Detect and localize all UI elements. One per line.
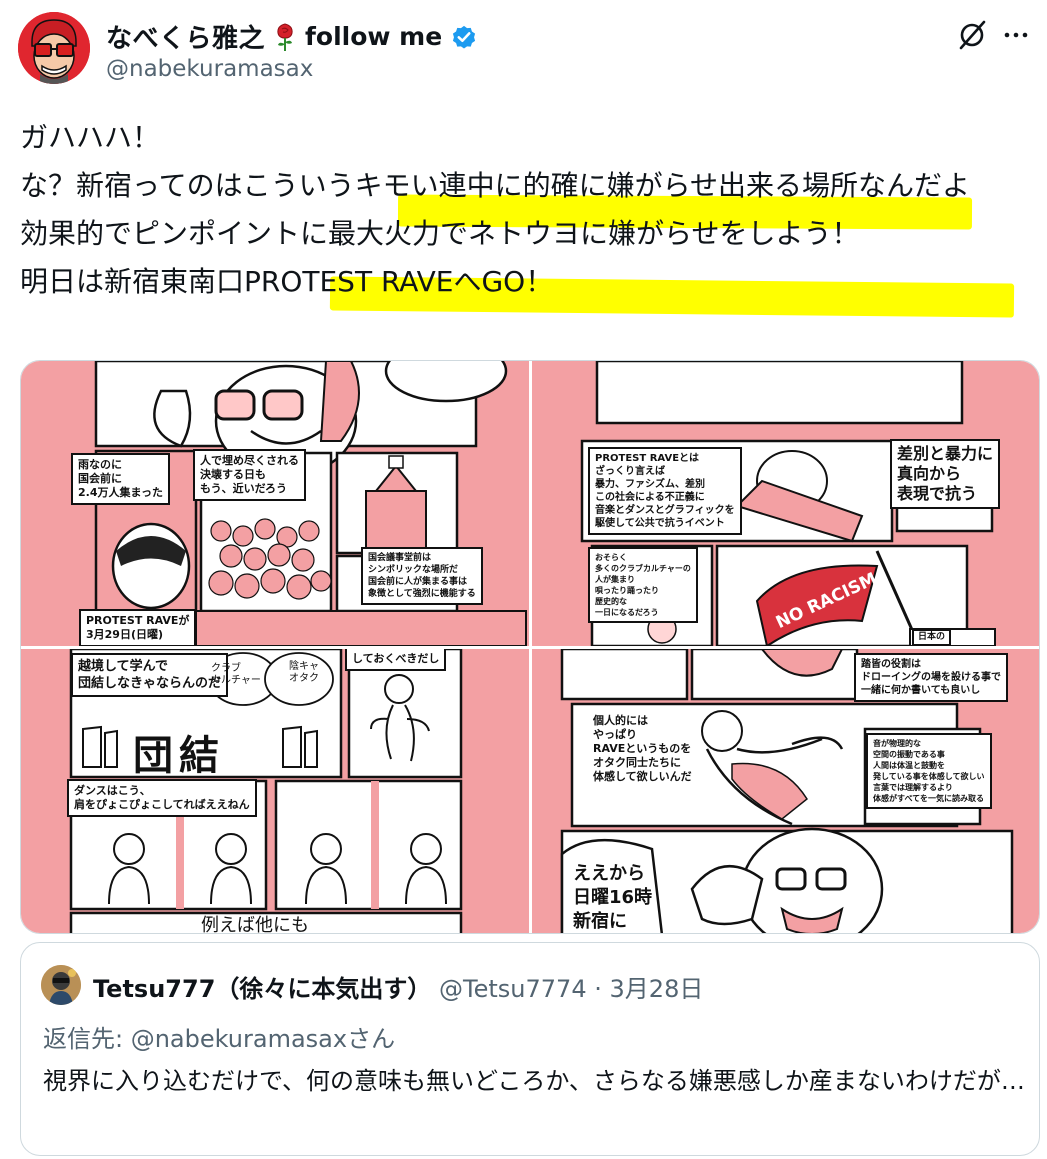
quoted-date[interactable]: 3月28日 [610, 975, 704, 1003]
avatar-illustration [18, 12, 90, 84]
author-name-row[interactable]: なべくら雅之 follow me [106, 18, 478, 55]
caption-dance-shoulders: ダンスはこう、 肩をぴょこぴょこしてればええねん [67, 779, 257, 817]
caption-unite-learn: 越境して学んで 団結しなきゃならんのだ [71, 653, 229, 697]
tweet-text: ガハハハ！ な？新宿ってのはこういうキモい連中に的確に嫌がらせ出来る場所なんだよ… [20, 114, 1030, 306]
venn-otaku: 陰キャ オタク [289, 661, 319, 684]
caption-role: 踏皆の役割は ドローイングの場を設ける事で 一緒に何か書いても良いし [854, 653, 1008, 702]
tweet-line-1: ガハハハ！ [20, 121, 161, 154]
quoted-avatar-illustration [41, 965, 81, 1005]
author-display-name[interactable]: なべくら雅之 [106, 18, 265, 55]
quoted-header: Tetsu777（徐々に本気出す） @Tetsu7774 · 3月28日 [93, 969, 703, 1004]
tweet-line-3: 効果的でピンポイントに最大火力でネトウヨに嫌がらせをしよう！ [20, 217, 860, 250]
media-image-4[interactable]: 踏皆の役割は ドローイングの場を設ける事で 一緒に何か書いても良いし 個人的には… [532, 649, 1039, 933]
caption-physical-sound: 音が物理的な 空間の振動である事 人間は体温と鼓動を 発している事を体感して欲し… [866, 733, 992, 809]
venn-club-culture: クラブ カルチャー [211, 663, 261, 686]
verified-badge-icon [453, 25, 476, 49]
caption-protest-rave-definition: PROTEST RAVEとは ざっくり言えば 暴力、ファシズム、差別 この社会に… [588, 447, 742, 535]
quoted-author-handle[interactable]: @Tetsu7774 [439, 975, 587, 1003]
rose-icon [277, 22, 293, 51]
reply-prefix: 返信先: [43, 1025, 131, 1053]
quoted-reply-to: 返信先: @nabekuramasaxさん [43, 1019, 395, 1054]
author-avatar[interactable] [18, 12, 90, 84]
media-image-2[interactable]: PROTEST RAVEとは ざっくり言えば 暴力、ファシズム、差別 この社会に… [532, 361, 1039, 646]
caption-resist-discrimination: 差別と暴力に 真向から 表現で抗う [890, 439, 1001, 509]
media-grid: 雨なのに 国会前に 2.4万人集まった 人で埋め尽くされる 決壊する日も もう、… [20, 360, 1040, 934]
follow-me-text: follow me [305, 22, 443, 51]
quoted-author-name[interactable]: Tetsu777（徐々に本気出す） [93, 975, 431, 1003]
caption-diet-building: 国会議事堂前は シンボリックな場所だ 国会前に人が集まる事は 象徴として強烈に機… [361, 547, 483, 605]
caption-filled-crowd: 人で埋め尽くされる 決壊する日も もう、近いだろう [193, 449, 306, 501]
tweet-header: なべくら雅之 follow me @nabekuramasax [18, 10, 1033, 86]
handwritten-for-example: 例えば他にも [201, 915, 309, 934]
media-image-3[interactable]: 越境して学んで 団結しなきゃならんのだ クラブ カルチャー 陰キャ オタク して… [21, 649, 529, 934]
quoted-separator: · [594, 975, 602, 1003]
caption-rain-gathering: 雨なのに 国会前に 2.4万人集まった [71, 453, 171, 505]
reply-suffix: さん [347, 1025, 396, 1053]
caption-protest-rave-date: PROTEST RAVEが 3月29日(日曜) [79, 609, 197, 646]
media-image-1[interactable]: 雨なのに 国会前に 2.4万人集まった 人で埋め尽くされる 決壊する日も もう、… [21, 361, 529, 646]
grok-icon[interactable] [955, 18, 989, 52]
quoted-tweet[interactable]: Tetsu777（徐々に本気出す） @Tetsu7774 · 3月28日 返信先… [20, 942, 1040, 1156]
more-options-icon[interactable] [999, 18, 1033, 52]
caption-japan: 日本の [912, 629, 952, 646]
quoted-author-avatar[interactable] [41, 965, 81, 1005]
caption-personal: 個人的には やっぱり RAVEというものを オタク同士たちに 体感して欲しいんだ [593, 714, 692, 783]
author-handle[interactable]: @nabekuramasax [106, 56, 313, 82]
quoted-body: 視界に入り込むだけで、何の意味も無いどころか、さらなる嫌悪感しか産まないわけだが… [43, 1067, 1025, 1095]
caption-club-culture: おそらく 多くのクラブカルチャーの 人が集まり 唄ったり踊ったり 歴史的な 一日… [588, 547, 698, 623]
tweet-line-2: な？新宿ってのはこういうキモい連中に的確に嫌がらせ出来る場所なんだよ [20, 169, 971, 202]
reply-mention[interactable]: @nabekuramasax [131, 1025, 347, 1053]
caption-sunday-shinjuku: ええから 日曜16時 新宿に [573, 863, 653, 932]
caption-should-do: しておくべきだし [345, 649, 447, 671]
tweet-line-4: 明日は新宿東南口PROTEST RAVEへGO！ [20, 265, 554, 298]
big-word-unity: 団結 [133, 732, 225, 779]
